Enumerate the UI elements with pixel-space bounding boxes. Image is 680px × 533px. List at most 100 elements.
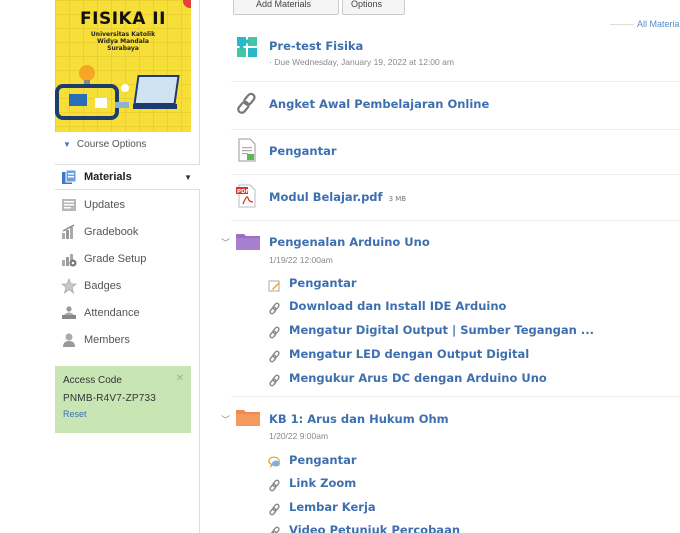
sidebar-item-materials[interactable]: Materials ▼ xyxy=(55,164,200,190)
course-options-label: Course Options xyxy=(76,139,147,150)
course-cover-image[interactable]: FISIKA II Universitas Katolik Widya Mand… xyxy=(55,0,191,132)
discussion-icon xyxy=(268,454,281,468)
folder-item-label: Link Zoom xyxy=(289,476,357,490)
folder-item[interactable]: Pengantar xyxy=(268,274,357,292)
folder-item[interactable]: Link Zoom xyxy=(268,474,356,492)
cover-subtitle-line: Universitas Katolik xyxy=(90,31,156,38)
members-icon xyxy=(61,332,77,348)
access-code-panel: ✕ Access Code PNMB-R4V7-ZP733 Reset xyxy=(55,366,191,433)
caret-down-icon: ▼ xyxy=(63,140,71,149)
material-title[interactable]: Pre-test Fisika xyxy=(269,39,363,53)
materials-icon xyxy=(61,169,77,185)
folder-item[interactable]: Mengukur Arus DC dengan Arduino Uno xyxy=(268,369,547,387)
folder-item-label: Download dan Install IDE Arduino xyxy=(289,299,507,313)
divider xyxy=(610,24,634,25)
attendance-icon xyxy=(61,305,77,321)
sidebar-item-gradebook[interactable]: Gradebook xyxy=(55,219,200,245)
file-size: 3 MB xyxy=(388,195,407,203)
page-icon xyxy=(235,138,259,162)
folder-row[interactable]: KB 1: Arus dan Hukum Ohm 1/20/22 9:00am xyxy=(231,406,680,446)
due-date: · Due Wednesday, January 19, 2022 at 12:… xyxy=(269,57,454,67)
cover-title: FISIKA II xyxy=(80,9,166,29)
link-icon xyxy=(268,477,281,491)
grade-setup-icon xyxy=(61,251,77,267)
folder-item-label: Pengantar xyxy=(289,276,357,290)
folder-row[interactable]: Pengenalan Arduino Uno 1/19/22 12:00am xyxy=(231,230,680,270)
pdf-icon: PDF xyxy=(235,184,259,208)
gradebook-icon xyxy=(61,224,77,240)
material-row-page[interactable]: Pengantar xyxy=(231,138,680,164)
folder-item[interactable]: Video Petunjuk Percobaan xyxy=(268,521,460,533)
divider xyxy=(231,81,680,82)
folder-title[interactable]: KB 1: Arus dan Hukum Ohm xyxy=(269,412,449,426)
material-row-assessment[interactable]: Pre-test Fisika · Due Wednesday, January… xyxy=(231,35,680,75)
course-sidebar: FISIKA II Universitas Katolik Widya Mand… xyxy=(0,0,200,533)
materials-list: Add Materials Options All Materials Pre-… xyxy=(200,0,680,533)
chevron-down-icon[interactable]: ﹀ xyxy=(221,236,230,249)
cover-subtitle: Universitas Katolik Widya Mandala Suraba… xyxy=(55,31,191,52)
badge-icon xyxy=(60,277,78,295)
folder-item[interactable]: Mengatur LED dengan Output Digital xyxy=(268,345,529,363)
cover-illustration xyxy=(55,65,180,120)
sidebar-item-members[interactable]: Members xyxy=(55,327,200,353)
page-edit-icon xyxy=(268,277,281,291)
material-title[interactable]: Pengantar xyxy=(269,144,337,158)
folder-item-label: Pengantar xyxy=(289,453,357,467)
folder-item[interactable]: Mengatur Digital Output | Sumber Teganga… xyxy=(268,321,594,339)
updates-icon xyxy=(61,197,77,213)
cover-subtitle-line: Widya Mandala xyxy=(97,38,149,45)
folder-item-label: Lembar Kerja xyxy=(289,500,376,514)
access-code-label: Access Code xyxy=(63,375,122,386)
file-name: Modul Belajar.pdf xyxy=(269,190,383,204)
folder-item[interactable]: Download dan Install IDE Arduino xyxy=(268,297,506,315)
course-options-link[interactable]: ▼ Course Options xyxy=(63,139,146,150)
material-row-link[interactable]: Angket Awal Pembelajaran Online xyxy=(231,91,680,117)
folder-item-label: Mengukur Arus DC dengan Arduino Uno xyxy=(289,371,547,385)
sidebar-item-label: Attendance xyxy=(84,307,140,319)
material-title[interactable]: Modul Belajar.pdf 3 MB xyxy=(269,190,406,204)
sidebar-item-badges[interactable]: Badges xyxy=(55,273,200,299)
all-materials-link[interactable]: All Materials xyxy=(637,19,680,29)
divider xyxy=(231,129,680,130)
folder-icon xyxy=(235,406,260,430)
divider xyxy=(231,220,680,221)
chevron-down-icon[interactable]: ﹀ xyxy=(221,413,230,426)
options-button[interactable]: Options xyxy=(342,0,405,15)
svg-text:PDF: PDF xyxy=(237,189,250,195)
link-icon xyxy=(268,324,281,338)
folder-item[interactable]: Lembar Kerja xyxy=(268,498,376,516)
sidebar-item-updates[interactable]: Updates xyxy=(55,192,200,218)
folder-item-label: Video Petunjuk Percobaan xyxy=(289,523,461,533)
sidebar-item-label: Updates xyxy=(84,199,125,211)
sidebar-item-label: Grade Setup xyxy=(84,253,147,265)
divider xyxy=(231,174,680,175)
link-icon xyxy=(235,91,259,115)
folder-date: 1/19/22 12:00am xyxy=(269,255,333,265)
sidebar-item-label: Members xyxy=(84,334,130,346)
divider xyxy=(231,396,680,397)
link-icon xyxy=(268,300,281,314)
cover-subtitle-line: Surabaya xyxy=(107,45,139,52)
puzzle-icon xyxy=(235,35,259,59)
access-code-value: PNMB-R4V7-ZP733 xyxy=(63,393,157,404)
close-icon[interactable]: ✕ xyxy=(176,373,184,384)
sidebar-item-grade-setup[interactable]: Grade Setup xyxy=(55,246,200,272)
folder-icon xyxy=(235,230,260,254)
folder-item-label: Mengatur LED dengan Output Digital xyxy=(289,347,530,361)
sidebar-item-attendance[interactable]: Attendance xyxy=(55,300,200,326)
reset-access-code-link[interactable]: Reset xyxy=(63,409,183,419)
link-icon xyxy=(268,501,281,515)
folder-title[interactable]: Pengenalan Arduino Uno xyxy=(269,235,430,249)
folder-date: 1/20/22 9:00am xyxy=(269,431,329,441)
add-materials-button[interactable]: Add Materials xyxy=(233,0,339,15)
material-title[interactable]: Angket Awal Pembelajaran Online xyxy=(269,97,489,111)
sidebar-item-label: Gradebook xyxy=(84,226,139,238)
folder-item[interactable]: Pengantar xyxy=(268,451,357,469)
sidebar-item-label: Materials xyxy=(84,171,132,183)
link-icon xyxy=(268,372,281,386)
chevron-down-icon[interactable]: ▼ xyxy=(184,173,192,182)
sidebar-item-label: Badges xyxy=(84,280,122,292)
material-row-file[interactable]: PDF Modul Belajar.pdf 3 MB xyxy=(231,184,680,210)
course-page: FISIKA II Universitas Katolik Widya Mand… xyxy=(0,0,680,533)
due-date-text: Due Wednesday, January 19, 2022 at 12:00… xyxy=(274,57,454,67)
